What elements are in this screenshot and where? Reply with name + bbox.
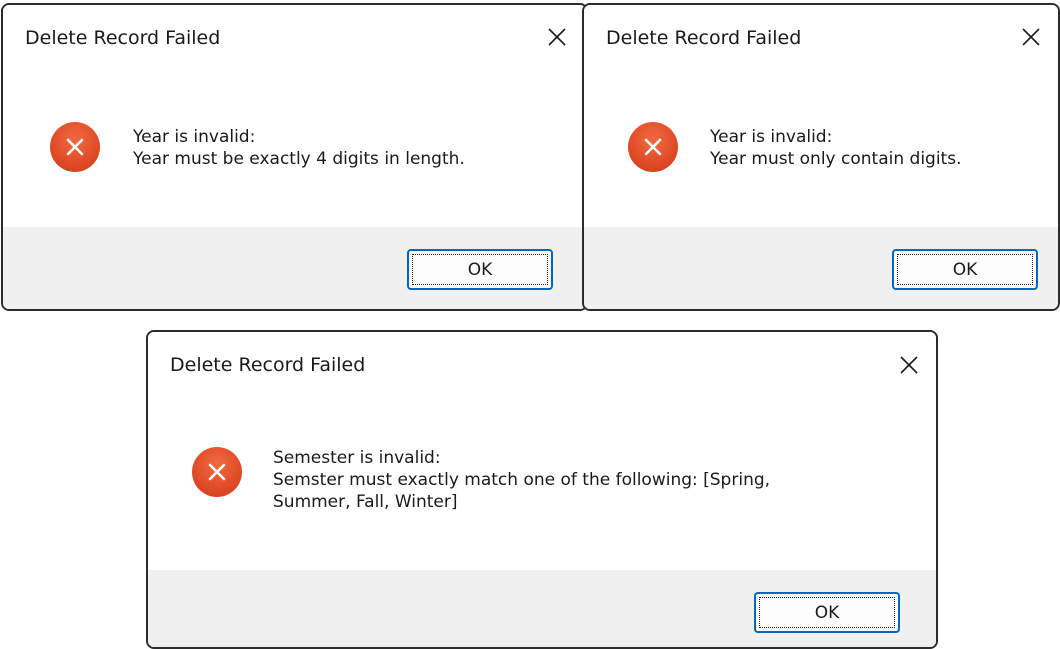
dialog-titlebar: Delete Record Failed xyxy=(584,5,1058,71)
error-dialog-semester: Delete Record Failed Semester is invalid… xyxy=(146,330,938,649)
message-line: Year is invalid: xyxy=(710,127,833,147)
error-dialog-year-length: Delete Record Failed Year is invalid: Ye… xyxy=(1,3,588,311)
error-icon xyxy=(628,122,678,172)
ok-button[interactable]: OK xyxy=(407,249,553,290)
message-line: Semester is invalid: xyxy=(273,448,441,468)
dialog-footer: OK xyxy=(584,227,1058,309)
dialog-footer: OK xyxy=(148,570,936,647)
message-line: Summer, Fall, Winter] xyxy=(273,492,458,512)
error-message: Year is invalid: Year must be exactly 4 … xyxy=(133,126,465,170)
error-message: Year is invalid: Year must only contain … xyxy=(710,126,961,170)
dialog-title: Delete Record Failed xyxy=(170,354,366,376)
message-line: Year is invalid: xyxy=(133,127,256,147)
error-icon xyxy=(50,122,100,172)
ok-button[interactable]: OK xyxy=(754,592,900,633)
ok-button-label: OK xyxy=(759,597,895,628)
dialog-footer: OK xyxy=(3,227,586,309)
message-line: Year must only contain digits. xyxy=(710,149,962,169)
message-line: Year must be exactly 4 digits in length. xyxy=(133,149,465,169)
dialog-title: Delete Record Failed xyxy=(25,27,221,49)
error-icon xyxy=(192,447,242,497)
dialog-content: Year is invalid: Year must only contain … xyxy=(584,71,1058,227)
dialog-titlebar: Delete Record Failed xyxy=(148,332,936,398)
dialog-content: Year is invalid: Year must be exactly 4 … xyxy=(3,71,586,227)
ok-button-label: OK xyxy=(897,254,1033,285)
ok-button[interactable]: OK xyxy=(892,249,1038,290)
dialog-titlebar: Delete Record Failed xyxy=(3,5,586,71)
dialog-title: Delete Record Failed xyxy=(606,27,802,49)
ok-button-label: OK xyxy=(412,254,548,285)
close-icon[interactable] xyxy=(544,24,570,50)
dialog-content: Semester is invalid: Semster must exactl… xyxy=(148,398,936,570)
error-dialog-year-digits: Delete Record Failed Year is invalid: Ye… xyxy=(582,3,1060,311)
close-icon[interactable] xyxy=(896,352,922,378)
error-message: Semester is invalid: Semster must exactl… xyxy=(273,447,770,513)
message-line: Semster must exactly match one of the fo… xyxy=(273,470,771,490)
close-icon[interactable] xyxy=(1018,24,1044,50)
